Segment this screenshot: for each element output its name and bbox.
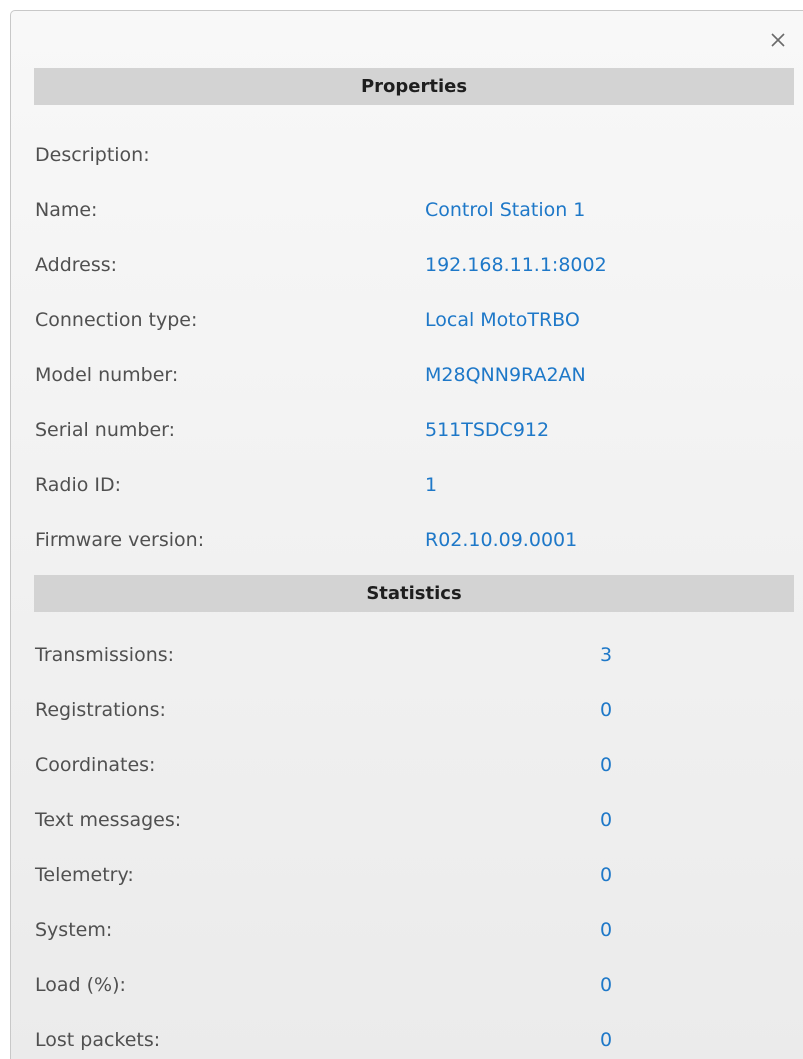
connection-type-label: Connection type: — [35, 309, 198, 331]
property-row-firmware-version: Firmware version: R02.10.09.0001 — [35, 525, 785, 555]
address-label: Address: — [35, 254, 118, 276]
transmissions-label: Transmissions: — [35, 644, 175, 666]
stat-row-load: Load (%): 0 — [35, 970, 785, 1000]
stat-row-system: System: 0 — [35, 915, 785, 945]
property-row-description: Description: — [35, 140, 785, 170]
registrations-value: 0 — [600, 699, 613, 721]
model-number-label: Model number: — [35, 364, 179, 386]
name-label: Name: — [35, 199, 98, 221]
stat-row-telemetry: Telemetry: 0 — [35, 860, 785, 890]
close-button[interactable] — [763, 25, 793, 55]
system-value: 0 — [600, 919, 613, 941]
transmissions-value: 3 — [600, 644, 613, 666]
property-row-connection-type: Connection type: Local MotoTRBO — [35, 305, 785, 335]
lost-packets-label: Lost packets: — [35, 1029, 161, 1051]
name-value: Control Station 1 — [425, 199, 586, 221]
statistics-header: Statistics — [34, 575, 794, 612]
text-messages-label: Text messages: — [35, 809, 182, 831]
firmware-version-label: Firmware version: — [35, 529, 205, 551]
load-value: 0 — [600, 974, 613, 996]
radio-id-label: Radio ID: — [35, 474, 122, 496]
connection-type-value: Local MotoTRBO — [425, 309, 580, 331]
description-label: Description: — [35, 144, 150, 166]
property-row-serial-number: Serial number: 511TSDC912 — [35, 415, 785, 445]
coordinates-label: Coordinates: — [35, 754, 156, 776]
system-label: System: — [35, 919, 113, 941]
lost-packets-value: 0 — [600, 1029, 613, 1051]
registrations-label: Registrations: — [35, 699, 166, 721]
stat-row-transmissions: Transmissions: 3 — [35, 640, 785, 670]
radio-properties-panel: Properties Description: Name: Control St… — [10, 10, 803, 1059]
telemetry-value: 0 — [600, 864, 613, 886]
address-value: 192.168.11.1:8002 — [425, 254, 607, 276]
model-number-value: M28QNN9RA2AN — [425, 364, 586, 386]
stat-row-registrations: Registrations: 0 — [35, 695, 785, 725]
property-row-model-number: Model number: M28QNN9RA2AN — [35, 360, 785, 390]
stat-row-lost-packets: Lost packets: 0 — [35, 1025, 785, 1055]
serial-number-value: 511TSDC912 — [425, 419, 550, 441]
firmware-version-value: R02.10.09.0001 — [425, 529, 578, 551]
property-row-radio-id: Radio ID: 1 — [35, 470, 785, 500]
coordinates-value: 0 — [600, 754, 613, 776]
load-label: Load (%): — [35, 974, 126, 996]
stat-row-text-messages: Text messages: 0 — [35, 805, 785, 835]
serial-number-label: Serial number: — [35, 419, 176, 441]
telemetry-label: Telemetry: — [35, 864, 134, 886]
radio-id-value: 1 — [425, 474, 438, 496]
stat-row-coordinates: Coordinates: 0 — [35, 750, 785, 780]
text-messages-value: 0 — [600, 809, 613, 831]
close-icon — [771, 33, 785, 47]
property-row-name: Name: Control Station 1 — [35, 195, 785, 225]
properties-header: Properties — [34, 68, 794, 105]
property-row-address: Address: 192.168.11.1:8002 — [35, 250, 785, 280]
